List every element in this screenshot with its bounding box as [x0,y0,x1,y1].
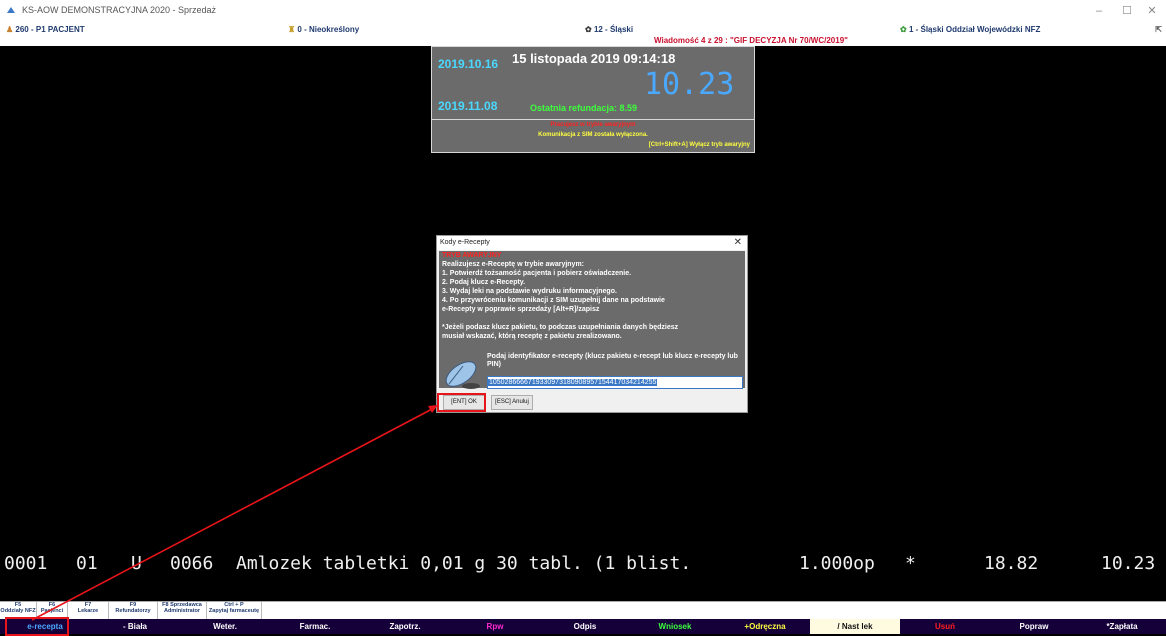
zapotrz-button[interactable]: Zapotrz. [360,619,450,634]
cancel-button[interactable]: [ESC] Anuluj [491,395,533,410]
patient-text: 260 - P1 PACJENT [15,25,85,34]
biala-button[interactable]: - Biała [90,619,180,634]
current-datetime: 15 listopada 2019 09:14:18 [512,51,676,66]
app-icon [7,7,15,13]
sale-line-id: 0066 [170,553,214,574]
odpis-button[interactable]: Odpis [540,619,630,634]
maximize-button[interactable]: ☐ [1113,2,1141,20]
emergency-heading: TRYB AWARYJNY [442,252,502,259]
farmac-button[interactable]: Farmac. [270,619,360,634]
nast-lek-button[interactable]: / Nast lek [810,619,900,634]
sale-line-code: 01 [76,553,98,574]
erecepta-key-input[interactable]: 1050286666719330973180908957154417034214… [487,376,743,389]
info-line: Realizujesz e-Receptę w trybie awaryjnym… [442,261,584,268]
info-line: 4. Po przywróceniu komunikacji z SIM uzu… [442,297,665,304]
patient-label[interactable]: ♟ 260 - P1 PACJENT [6,25,85,34]
sale-line-qty: 1.000op [799,553,875,574]
status-infobar: ♟ 260 - P1 PACJENT ♜ 0 - Nieokreślony ✿ … [0,22,1166,46]
region-icon: ✿ [585,25,592,34]
patient-icon: ♟ [6,25,14,34]
info-line: musiał wskazać, którą receptę z pakietu … [442,333,622,340]
summary-panel: 2019.10.16 15 listopada 2019 09:14:18 10… [431,46,755,120]
amount-display: 10.23 [644,67,735,102]
erecepta-button-highlight [5,617,69,636]
pin-icon[interactable]: ⇱ [1155,25,1162,34]
fkey-ctrl-p[interactable]: Ctrl + P Zapytaj farmaceutę [207,602,262,620]
erecepta-key-value: 1050286666719330973180908957154417034214… [488,379,658,386]
usun-button[interactable]: Usuń [900,619,990,634]
wniosek-button[interactable]: Wniosek [630,619,720,634]
dialog-titlebar: Kody e-Recepty ✕ [437,236,747,250]
region-label[interactable]: ✿ 12 - Śląski [585,25,633,34]
doctor-text: 0 - Nieokreślony [297,25,360,34]
disable-emergency-hint[interactable]: [Ctrl+Shift+A] Wyłącz tryb awaryjny [649,142,750,148]
info-line: 3. Wydaj leki na podstawie wydruku infor… [442,288,617,295]
identifier-prompt: Podaj identyfikator e-recepty (klucz pak… [487,353,738,368]
date-2: 2019.11.08 [438,99,498,113]
emergency-mode-title: Pracujesz w trybie awaryjnym [550,122,636,128]
dialog-title: Kody e-Recepty [440,239,490,246]
function-key-bar: F5 Oddziały NFZ F6 Pacjenci F7 Lekarze F9 Re… [0,601,1166,620]
last-refund: Ostatnia refundacja: 8.59 [530,103,638,113]
action-bar: e-recepta - Biała Weter. Farmac. Zapotrz… [0,619,1166,634]
rpw-button[interactable]: Rpw [450,619,540,634]
info-line: *Jeżeli podasz klucz pakietu, to podczas… [442,324,679,331]
message-ticker[interactable]: Wiadomość 4 z 29 : "GIF DECYZJA Nr 70/WC… [654,36,848,45]
info-line: 2. Podaj klucz e-Recepty. [442,279,526,286]
nfz-text: 1 - Śląski Oddział Wojewódzki NFZ [908,25,1041,34]
popraw-button[interactable]: Popraw [990,619,1078,634]
minimize-button[interactable]: – [1085,2,1113,20]
window-title: KS-AOW DEMONSTRACYJNA 2020 - Sprzedaż [22,5,217,15]
erecepta-dialog: Kody e-Recepty ✕ TRYB AWARYJNY Realizuje… [436,235,748,413]
info-line: 1. Potwierdź tożsamość pacjenta i pobier… [442,270,632,277]
sale-line-total: 10.23 [1101,553,1156,574]
fkey-f8[interactable]: F8 Sprzedawca Administrator [158,602,207,620]
sale-line-mark: * [905,553,916,574]
weter-button[interactable]: Weter. [180,619,270,634]
sale-line-product: Amlozek tabletki 0,01 g 30 tabl. (1 blis… [236,553,692,574]
dialog-close-icon[interactable]: ✕ [734,237,742,248]
fkey-f7[interactable]: F7 Lekarze [68,602,109,620]
info-line: e-Recepty w poprawie sprzedaży [Alt+R]/z… [442,306,600,313]
emergency-mode-panel: Pracujesz w trybie awaryjnym Komunikacja… [431,119,755,153]
nfz-icon: ✿ [900,25,907,34]
sale-line-price: 18.82 [984,553,1039,574]
doctor-label[interactable]: ♜ 0 - Nieokreślony [288,25,359,34]
odreczna-button[interactable]: +Odręczna [720,619,810,634]
region-text: 12 - Śląski [593,25,634,34]
zaplata-button[interactable]: *Zapłata [1078,619,1166,634]
fkey-f9[interactable]: F9 Refundatorzy [109,602,158,620]
doctor-icon: ♜ [288,25,296,34]
close-button[interactable]: ✕ [1138,2,1166,20]
sale-line-type: U [131,553,142,574]
nfz-label[interactable]: ✿ 1 - Śląski Oddział Wojewódzki NFZ [900,25,1040,34]
sim-disabled-text: Komunikacja z SIM została wyłączona. [538,132,648,138]
sale-row[interactable]: 0001 01 U 0066 Amlozek tabletki 0,01 g 3… [0,553,1166,581]
sale-line-number: 0001 [4,553,48,574]
ok-button-highlight [437,393,486,412]
pill-icon [445,361,480,389]
date-1: 2019.10.16 [438,57,499,71]
window-titlebar: KS-AOW DEMONSTRACYJNA 2020 - Sprzedaż – … [0,0,1166,22]
